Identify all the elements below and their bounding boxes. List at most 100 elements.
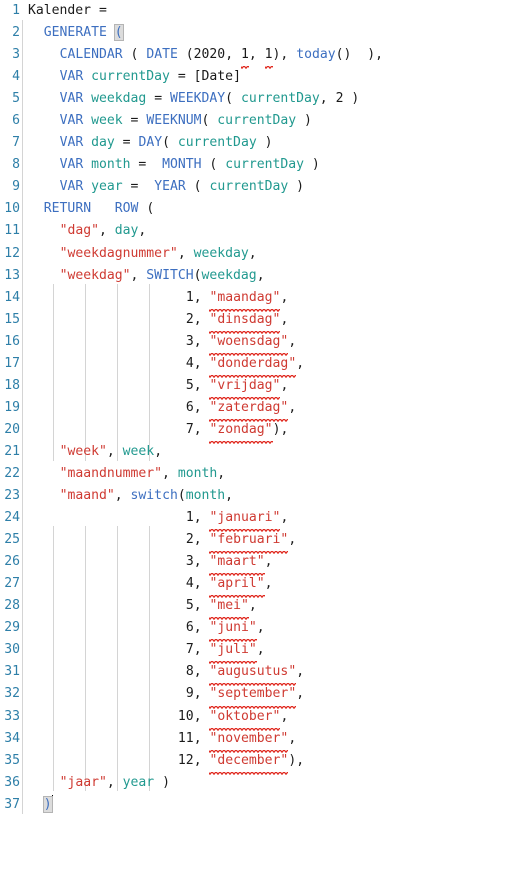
bracket-match-close[interactable]: )	[42, 795, 53, 813]
punct-token	[28, 157, 36, 172]
string-token: "maandnummer"	[59, 465, 163, 481]
code-text[interactable]: )	[28, 794, 53, 816]
code-text[interactable]: GENERATE (	[28, 22, 124, 44]
code-line[interactable]: 12 "weekdagnummer", weekday,	[0, 243, 524, 265]
code-line[interactable]: 20 7, "zondag"),	[0, 418, 524, 441]
punct-token	[99, 532, 107, 547]
code-line[interactable]: 5 VAR weekdag = WEEKDAY( currentDay, 2 )	[0, 88, 524, 110]
punct-token	[52, 179, 60, 194]
code-line[interactable]: 29 6, "juni",	[0, 617, 524, 640]
code-line[interactable]: 28 5, "mei",	[0, 595, 524, 618]
number-token: 7	[185, 642, 194, 658]
code-line[interactable]: 30 7, "juli",	[0, 639, 524, 662]
code-line[interactable]: 18 5, "vrijdag",	[0, 374, 524, 397]
code-line[interactable]: 25 2, "februari",	[0, 529, 524, 552]
code-text[interactable]: VAR currentDay = [Date]	[28, 66, 241, 88]
punct-token	[154, 598, 162, 613]
code-text[interactable]: "maand", switch(month,	[28, 485, 233, 507]
keyword-token: VAR	[59, 157, 84, 173]
punct-token	[36, 686, 44, 701]
plain-token: Date	[201, 69, 234, 85]
code-line-container[interactable]: 1 Kalender = 2 GENERATE (3 CALENDAR ( DATE…	[0, 0, 524, 816]
code-line[interactable]: 34 11, "november",	[0, 727, 524, 750]
punct-token	[202, 686, 210, 701]
code-line[interactable]: 17 4, "donderdag",	[0, 352, 524, 375]
punct-token	[36, 334, 44, 349]
punct-token	[123, 753, 131, 768]
code-line[interactable]: 10 RETURN ROW (	[0, 198, 524, 220]
code-line[interactable]: 1 Kalender =	[0, 0, 524, 22]
string-token: "dag"	[59, 223, 99, 239]
code-text[interactable]: "maandnummer", month,	[28, 463, 226, 485]
code-line[interactable]: 35 12, "december"),	[0, 749, 524, 772]
code-text[interactable]: RETURN ROW (	[28, 198, 154, 220]
code-line[interactable]: 37 )	[0, 794, 524, 816]
code-line[interactable]: 14 1, "maandag",	[0, 286, 524, 309]
punct-token	[154, 356, 162, 371]
punct-token	[36, 290, 44, 305]
keyword-token: VAR	[59, 179, 84, 195]
code-line[interactable]: 22 "maandnummer", month,	[0, 463, 524, 485]
punct-token	[44, 753, 52, 768]
punct-token	[170, 334, 178, 349]
punct-token	[28, 686, 36, 701]
line-number: 37	[4, 796, 20, 812]
code-line[interactable]: 36 "jaar", year )	[0, 772, 524, 794]
punct-token	[154, 709, 162, 724]
code-text[interactable]: Kalender =	[28, 0, 107, 22]
code-line[interactable]: 15 2, "dinsdag",	[0, 308, 524, 331]
dax-formula-editor[interactable]: 1 Kalender = 2 GENERATE (3 CALENDAR ( DATE…	[0, 0, 524, 870]
punct-token	[162, 312, 170, 327]
punct-token	[28, 334, 36, 349]
punct-token	[44, 664, 52, 679]
punct-token	[44, 91, 52, 106]
code-line[interactable]: 13 "weekdag", SWITCH(weekdag,	[0, 265, 524, 287]
code-line[interactable]: 9 VAR year = YEAR ( currentDay )	[0, 176, 524, 198]
code-text[interactable]: "weekdag", SWITCH(weekdag,	[28, 265, 265, 287]
punct-token	[178, 532, 186, 547]
code-line[interactable]: 21 "week", week,	[0, 441, 524, 463]
number-token: 1	[185, 510, 194, 526]
punct-token: =	[122, 135, 131, 151]
code-line[interactable]: 6 VAR week = WEEKNUM( currentDay )	[0, 110, 524, 132]
code-text[interactable]: VAR week = WEEKNUM( currentDay )	[28, 110, 312, 132]
punct-token	[123, 598, 131, 613]
bracket-match-open[interactable]: (	[113, 24, 124, 42]
code-line[interactable]: 33 10, "oktober",	[0, 705, 524, 728]
number-token: 10	[177, 708, 194, 724]
code-line[interactable]: 32 9, "september",	[0, 683, 524, 706]
code-line[interactable]: 24 1, "januari",	[0, 507, 524, 530]
code-line[interactable]: 23 "maand", switch(month,	[0, 485, 524, 507]
punct-token	[115, 135, 123, 150]
punct-token	[170, 686, 178, 701]
punct-token: ,	[193, 598, 202, 614]
punct-token	[115, 620, 123, 635]
code-text[interactable]: VAR weekdag = WEEKDAY( currentDay, 2 )	[28, 88, 360, 110]
code-line[interactable]: 4 VAR currentDay = [Date]	[0, 66, 524, 88]
punct-token: ,	[248, 47, 257, 63]
code-line[interactable]: 11 "dag", day,	[0, 220, 524, 242]
punct-token	[154, 775, 162, 790]
code-text[interactable]: VAR day = DAY( currentDay )	[28, 132, 273, 154]
code-text[interactable]: VAR year = YEAR ( currentDay )	[28, 176, 305, 198]
code-text[interactable]: "dag", day,	[28, 220, 147, 242]
code-line[interactable]: 2 GENERATE (	[0, 22, 524, 44]
punct-token	[154, 642, 162, 657]
code-line[interactable]: 26 3, "maart",	[0, 551, 524, 574]
code-line[interactable]: 3 CALENDAR ( DATE (2020, 1, 1), today() …	[0, 44, 524, 67]
code-line[interactable]: 16 3, "woensdag",	[0, 330, 524, 353]
punct-token: )	[296, 179, 305, 195]
code-text[interactable]: "weekdagnummer", weekday,	[28, 243, 257, 265]
code-line[interactable]: 8 VAR month = MONTH ( currentDay )	[0, 154, 524, 176]
code-text[interactable]: VAR month = MONTH ( currentDay )	[28, 154, 320, 176]
code-line[interactable]: 7 VAR day = DAY( currentDay )	[0, 132, 524, 154]
code-line[interactable]: 31 8, "augusutus",	[0, 661, 524, 684]
code-text[interactable]: "week", week,	[28, 441, 163, 463]
code-line[interactable]: 19 6, "zaterdag",	[0, 396, 524, 419]
punct-token	[52, 312, 60, 327]
punct-token	[123, 554, 131, 569]
function-token: CALENDAR	[59, 47, 123, 63]
code-line[interactable]: 27 4, "april",	[0, 573, 524, 596]
code-text[interactable]: "jaar", year )	[28, 772, 170, 794]
punct-token	[44, 268, 52, 283]
